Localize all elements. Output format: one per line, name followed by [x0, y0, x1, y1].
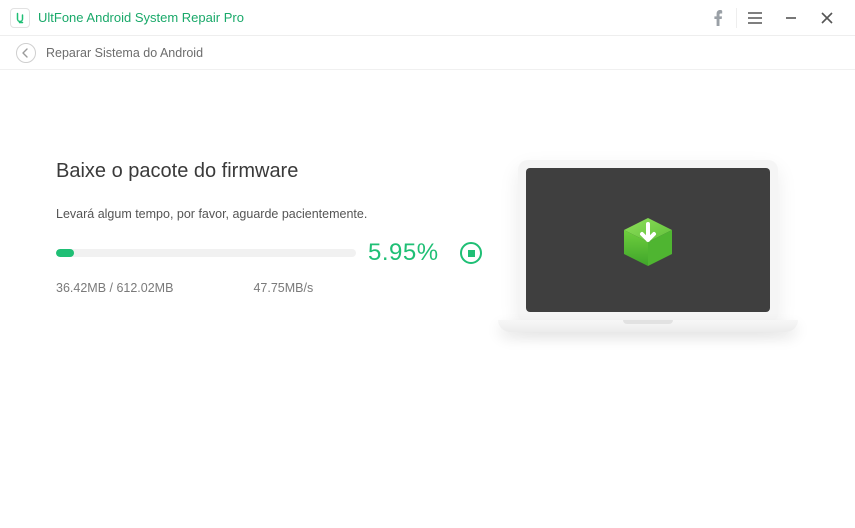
progress-percent: 5.95% [368, 239, 448, 267]
page-heading: Baixe o pacote do firmware [56, 160, 496, 183]
download-panel: Baixe o pacote do firmware Levará algum … [56, 160, 496, 528]
app-logo-icon [10, 8, 30, 28]
download-speed: 47.75MB/s [253, 281, 313, 295]
app-title: UltFone Android System Repair Pro [38, 10, 244, 25]
close-button[interactable] [809, 0, 845, 36]
illustration-panel [496, 160, 799, 528]
titlebar-controls [700, 0, 845, 36]
back-button[interactable] [16, 43, 36, 63]
package-download-icon [616, 208, 680, 272]
menu-button[interactable] [737, 0, 773, 36]
facebook-button[interactable] [700, 0, 736, 36]
breadcrumb-label: Reparar Sistema do Android [46, 46, 203, 60]
page-subtext: Levará algum tempo, por favor, aguarde p… [56, 207, 496, 221]
stop-button[interactable] [460, 242, 482, 264]
breadcrumb: Reparar Sistema do Android [0, 36, 855, 70]
progress-fill [56, 249, 74, 257]
titlebar: UltFone Android System Repair Pro [0, 0, 855, 36]
download-size: 36.42MB / 612.02MB [56, 281, 173, 295]
minimize-button[interactable] [773, 0, 809, 36]
stop-icon [468, 250, 475, 257]
main-content: Baixe o pacote do firmware Levará algum … [0, 70, 855, 528]
laptop-illustration [498, 160, 798, 332]
progress-bar [56, 249, 356, 257]
